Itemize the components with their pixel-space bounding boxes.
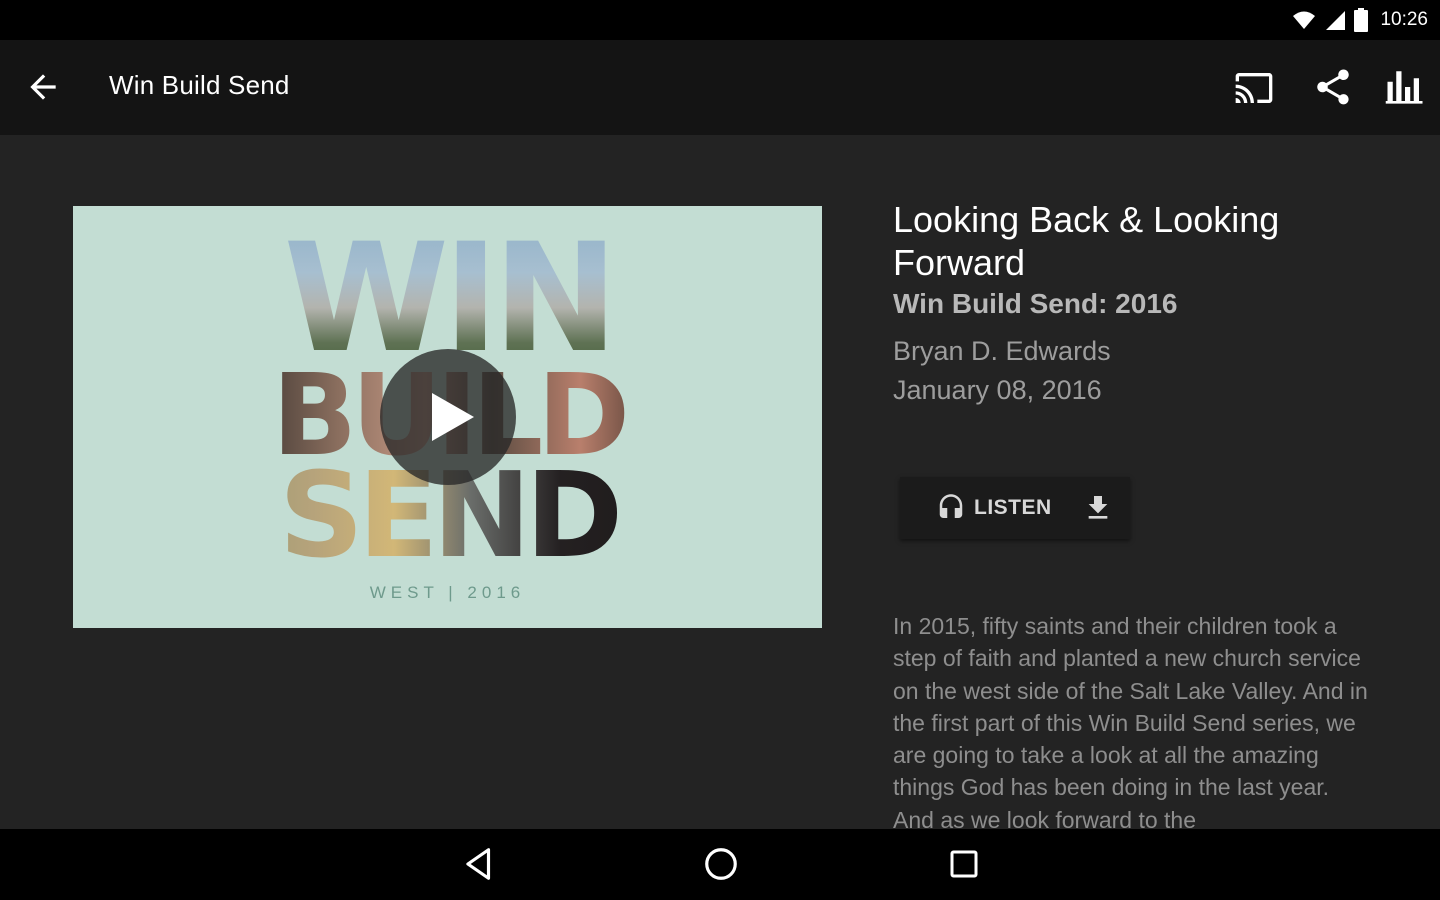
series-name: Win Build Send: 2016 (893, 288, 1178, 319)
nav-home-icon[interactable] (702, 845, 740, 883)
play-icon (432, 393, 474, 441)
sermon-title: Looking Back & Looking Forward (893, 199, 1280, 283)
system-nav-bar (0, 829, 1440, 900)
battery-icon (1354, 8, 1369, 32)
listen-button[interactable]: LISTEN (900, 477, 1066, 539)
cast-icon[interactable] (1234, 68, 1274, 108)
signal-icon (1326, 11, 1346, 30)
play-button[interactable] (380, 349, 516, 485)
artwork-caption: WEST | 2016 (369, 583, 526, 602)
wifi-icon (1293, 11, 1316, 29)
sermon-artwork[interactable]: WIN BUILD SEND WEST | 2016 (73, 206, 822, 628)
stats-icon[interactable] (1384, 66, 1426, 108)
media-actions: LISTEN (900, 477, 1130, 539)
nav-recents-icon[interactable] (946, 846, 982, 882)
arrow-back-icon[interactable] (24, 68, 62, 106)
status-bar: 10:26 (0, 0, 1440, 40)
download-button[interactable] (1066, 477, 1130, 539)
listen-label: LISTEN (974, 496, 1052, 519)
headphones-icon (939, 494, 963, 518)
share-icon[interactable] (1312, 66, 1354, 108)
download-icon (1088, 496, 1108, 519)
nav-back-icon[interactable] (460, 845, 498, 883)
toolbar-title: Win Build Send (109, 70, 290, 100)
speaker-name: Bryan D. Edwards (893, 336, 1111, 366)
app-toolbar: Win Build Send (0, 40, 1440, 135)
sermon-date: January 08, 2016 (893, 375, 1102, 405)
sermon-description: In 2015, fifty saints and their children… (893, 613, 1368, 833)
status-time: 10:26 (1380, 9, 1428, 30)
status-icons: 10:26 (1292, 6, 1428, 34)
